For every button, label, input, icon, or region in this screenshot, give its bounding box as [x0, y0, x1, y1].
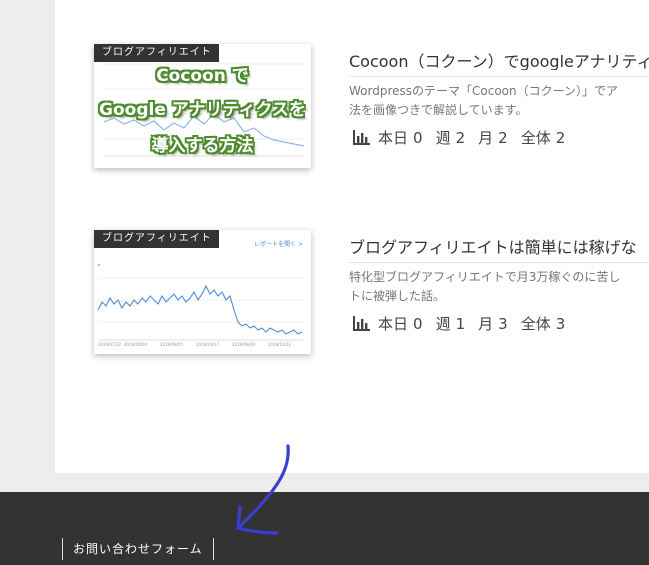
entry-thumbnail[interactable]: ブログアフィリエイト Cocoon で Google アナリティクスを 導入する…	[94, 44, 311, 168]
entry-divider	[349, 262, 649, 263]
report-link: レポートを開く >	[254, 241, 303, 248]
thumbnail-caption-line: 導入する方法	[151, 136, 254, 156]
entry-card[interactable]: ブログアフィリエイト Cocoon で Google アナリティクスを 導入する…	[55, 40, 649, 170]
svg-text:2019/09/05: 2019/09/05	[160, 342, 184, 347]
stat-total: 全体 3	[520, 314, 566, 333]
site-footer: お問い合わせフォーム	[0, 492, 649, 565]
entry-title-link[interactable]: ブログアフィリエイトは簡単には稼げな	[349, 234, 649, 256]
entry-snippet: Wordpressのテーマ「Cocoon（コクーン）」でア 法を画像つきで解説し…	[349, 82, 649, 120]
entry-card[interactable]: 2019/07/22 2019/08/04 2019/09/05 2019/09…	[55, 226, 649, 356]
svg-text:2019/08/04: 2019/08/04	[124, 342, 148, 347]
thumbnail-caption-line: Google アナリティクスを	[99, 100, 306, 120]
thumbnail-caption-line: Cocoon で	[156, 66, 249, 86]
bar-chart-icon	[353, 129, 370, 145]
snippet-line: 特化型ブログアフィリエイトで月3万稼ぐのに苦し	[349, 270, 621, 284]
stat-month: 月3	[478, 314, 508, 333]
svg-text:2019/07/22: 2019/07/22	[98, 342, 122, 347]
stat-today: 本日 0	[378, 128, 423, 147]
snippet-line: トに被弾した話。	[349, 289, 446, 303]
category-badge: ブログアフィリエイト	[94, 44, 219, 62]
pageview-stats: 本日 0 週1 月3 全体 3	[352, 313, 578, 333]
category-badge: ブログアフィリエイト	[94, 230, 219, 248]
stat-today: 本日 0	[378, 314, 423, 333]
main-content-panel: ブログアフィリエイト Cocoon で Google アナリティクスを 導入する…	[55, 0, 649, 473]
snippet-line: Wordpressのテーマ「Cocoon（コクーン）」でア	[349, 84, 619, 98]
stat-month: 月2	[478, 128, 508, 147]
svg-text:2019/09/29: 2019/09/29	[232, 342, 256, 347]
bar-chart-icon	[353, 315, 370, 331]
stat-total: 全体 2	[520, 128, 566, 147]
snippet-line: 法を画像つきで解説しています。	[349, 103, 528, 117]
stat-week: 週1	[435, 314, 466, 333]
entry-divider	[349, 76, 649, 77]
svg-text:2019/10/11: 2019/10/11	[268, 342, 292, 347]
svg-text:2019/09/17: 2019/09/17	[196, 342, 220, 347]
entry-title-link[interactable]: Cocoon（コクーン）でgoogleアナリティ	[349, 48, 649, 70]
pageview-stats: 本日 0 週2 月2 全体 2	[352, 127, 578, 147]
thumbnail-chart-graphic: 2019/07/22 2019/08/04 2019/09/05 2019/09…	[97, 264, 304, 347]
entry-snippet: 特化型ブログアフィリエイトで月3万稼ぐのに苦し トに被弾した話。	[349, 268, 649, 306]
entry-thumbnail[interactable]: 2019/07/22 2019/08/04 2019/09/05 2019/09…	[94, 230, 311, 354]
contact-form-link[interactable]: お問い合わせフォーム	[62, 538, 214, 560]
stat-week: 週2	[435, 128, 466, 147]
